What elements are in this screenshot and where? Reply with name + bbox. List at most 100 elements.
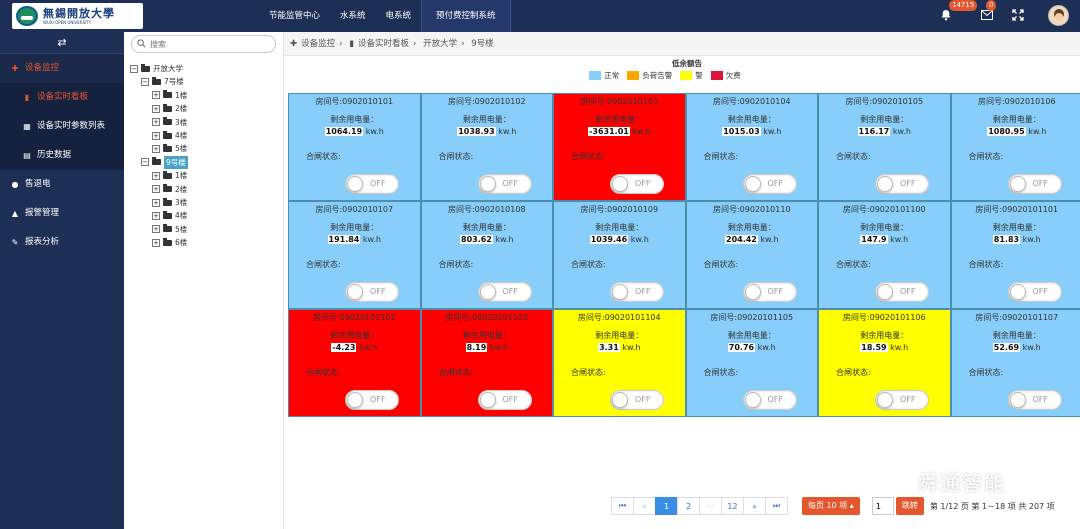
page-size-select[interactable]: 每页 10 项 ▴ [802, 497, 860, 515]
nav-electric[interactable]: 电系统 [376, 0, 422, 32]
breaker-toggle[interactable]: OFF [477, 390, 532, 410]
room-card[interactable]: 房间号:0902010110 剩余用电量： 204.42 kw.h 合闸状态: OFF [685, 201, 818, 309]
room-number: 房间号:09020101101 [975, 205, 1059, 214]
sidebar-item-param-list[interactable]: ▦ 设备实时参数列表 [0, 112, 124, 141]
tree-node-floor[interactable]: +6楼 [130, 236, 188, 249]
logo[interactable]: 無錫開放大學 WUXI OPEN UNIVERSITY [12, 3, 143, 29]
room-card[interactable]: 房间号:0902010103 剩余用电量： -3631.01 kw.h 合闸状态: OF… [553, 93, 686, 201]
tree-node-floor[interactable]: +5楼 [130, 142, 188, 155]
nav-prepaid[interactable]: 预付费控制系统 [421, 0, 511, 32]
room-card[interactable]: 房间号:09020101102 剩余用电量： -4.23 kw.h 合闸状态: OFF [288, 309, 421, 417]
page-2-button[interactable]: 2 [677, 497, 700, 515]
expand-icon[interactable]: + [152, 145, 160, 154]
expand-icon[interactable]: + [152, 91, 160, 100]
sidebar-item-sell-refund[interactable]: ● 售退电 [0, 170, 124, 199]
breaker-toggle[interactable]: OFF [345, 390, 399, 410]
room-card[interactable]: 房间号:0902010108 剩余用电量： 803.62 kw.h 合闸状态: OFF [420, 201, 553, 309]
tree-node-floor[interactable]: +5楼 [130, 223, 188, 236]
breaker-toggle[interactable]: OFF [742, 174, 797, 194]
expand-icon[interactable]: + [152, 238, 160, 247]
breadcrumb-item[interactable]: 设备监控 [301, 39, 335, 49]
breaker-toggle[interactable]: OFF [477, 174, 532, 194]
room-card[interactable]: 房间号:09020101100 剩余用电量： 147.9 kw.h 合闸状态: OFF [818, 201, 951, 309]
expand-icon[interactable]: + [152, 118, 160, 127]
collapse-icon[interactable]: − [130, 64, 138, 73]
tree-node-floor[interactable]: +1楼 [130, 169, 188, 182]
legend-item: 欠费 [710, 70, 741, 81]
breaker-toggle[interactable]: OFF [477, 282, 532, 302]
tree-node-floor[interactable]: +1楼 [130, 89, 188, 102]
prev-page-button[interactable]: « [633, 497, 656, 515]
breaker-toggle[interactable]: OFF [875, 390, 929, 410]
user-avatar[interactable] [1048, 5, 1069, 26]
tree-node-floor[interactable]: +2楼 [130, 183, 188, 196]
room-card[interactable]: 房间号:09020101104 剩余用电量： 3.31 kw.h 合闸状态: OFF [553, 309, 686, 417]
sidebar-item-alarm[interactable]: ▲ 报警管理 [0, 199, 124, 228]
sidebar-item-device-monitor[interactable]: ✚ 设备监控 [0, 54, 124, 83]
jump-page-input[interactable] [871, 497, 894, 515]
room-card[interactable]: 房间号:0902010105 剩余用电量： 116.17 kw.h 合闸状态: OFF [818, 93, 951, 201]
expand-icon[interactable]: + [152, 185, 160, 194]
page-1-button[interactable]: 1 [655, 497, 678, 515]
expand-icon[interactable]: + [152, 198, 160, 207]
expand-icon[interactable]: + [152, 211, 160, 220]
tree-node-floor[interactable]: +4楼 [130, 209, 188, 222]
breaker-toggle[interactable]: OFF [742, 390, 797, 410]
expand-icon[interactable]: + [152, 104, 160, 113]
sidebar-item-report[interactable]: ✎ 报表分析 [0, 228, 124, 257]
nav-energy[interactable]: 节能监管中心 [259, 0, 330, 32]
jump-button[interactable]: 跳转 [895, 497, 924, 515]
mail-icon[interactable] [981, 10, 993, 20]
room-card[interactable]: 房间号:0902010106 剩余用电量： 1080.95 kw.h 合闸状态: OFF [950, 93, 1080, 201]
breaker-toggle[interactable]: OFF [742, 282, 797, 302]
tree-node-building-9[interactable]: − 9号楼 [130, 155, 188, 170]
tree-node-floor[interactable]: +3楼 [130, 116, 188, 129]
breaker-toggle[interactable]: OFF [610, 282, 664, 302]
remaining-number: 1064.19 [324, 127, 364, 136]
breaker-toggle[interactable]: OFF [1007, 174, 1062, 194]
room-card[interactable]: 房间号:09020101107 剩余用电量： 52.69 kw.h 合闸状态: OFF [950, 309, 1080, 417]
expand-icon[interactable]: + [152, 131, 160, 140]
page-12-button[interactable]: 12 [721, 497, 744, 515]
room-card[interactable]: 房间号:0902010101 剩余用电量： 1064.19 kw.h 合闸状态: OFF [288, 93, 421, 201]
unit-label: kw.h [622, 343, 641, 352]
room-card[interactable]: 房间号:09020101106 剩余用电量： 18.59 kw.h 合闸状态: OFF [818, 309, 951, 417]
room-card[interactable]: 房间号:09020101101 剩余用电量： 81.83 kw.h 合闸状态: OFF [950, 201, 1080, 309]
breaker-toggle[interactable]: OFF [610, 390, 664, 410]
last-page-button[interactable]: ⏭ [765, 497, 788, 515]
collapse-icon[interactable]: − [141, 158, 149, 167]
breaker-toggle[interactable]: OFF [1007, 282, 1062, 302]
remaining-number: 803.62 [460, 235, 493, 244]
tree-search-input[interactable] [131, 35, 276, 53]
tree-node-root[interactable]: − 开放大学 [130, 62, 188, 75]
breaker-toggle[interactable]: OFF [875, 282, 929, 302]
sidebar-item-history[interactable]: ▤ 历史数据 [0, 141, 124, 170]
sidebar-item-realtime-board[interactable]: ▮ 设备实时看板 [0, 83, 124, 112]
breadcrumb-item[interactable]: 设备实时看板 [358, 39, 409, 49]
room-card[interactable]: 房间号:0902010104 剩余用电量： 1015.03 kw.h 合闸状态: OFF [685, 93, 818, 201]
nav-water[interactable]: 水系统 [330, 0, 376, 32]
tree-node-building-7[interactable]: − 7号楼 [130, 75, 188, 88]
breadcrumb-item[interactable]: 开放大学 [423, 39, 457, 49]
expand-icon[interactable]: + [152, 171, 160, 180]
breaker-toggle[interactable]: OFF [1007, 390, 1062, 410]
fullscreen-icon[interactable] [1012, 9, 1024, 21]
room-card[interactable]: 房间号:09020101103 剩余用电量： 8.19 kw.h 合闸状态: OFF [420, 309, 553, 417]
tree-node-floor[interactable]: +4楼 [130, 129, 188, 142]
breaker-toggle[interactable]: OFF [345, 174, 399, 194]
breaker-toggle[interactable]: OFF [875, 174, 929, 194]
breaker-toggle[interactable]: OFF [345, 282, 399, 302]
room-card[interactable]: 房间号:0902010109 剩余用电量： 1039.46 kw.h 合闸状态: OFF [553, 201, 686, 309]
bell-icon[interactable] [940, 9, 952, 21]
collapse-icon[interactable]: − [141, 78, 149, 87]
room-card[interactable]: 房间号:0902010102 剩余用电量： 1038.93 kw.h 合闸状态: OFF [420, 93, 553, 201]
sidebar-toggle[interactable]: ⇄ [0, 32, 124, 54]
expand-icon[interactable]: + [152, 225, 160, 234]
tree-node-floor[interactable]: +3楼 [130, 196, 188, 209]
next-page-button[interactable]: » [743, 497, 766, 515]
room-card[interactable]: 房间号:0902010107 剩余用电量： 191.84 kw.h 合闸状态: OFF [288, 201, 421, 309]
room-card[interactable]: 房间号:09020101105 剩余用电量： 70.76 kw.h 合闸状态: OFF [685, 309, 818, 417]
tree-node-floor[interactable]: +2楼 [130, 102, 188, 115]
breaker-toggle[interactable]: OFF [610, 174, 664, 194]
first-page-button[interactable]: ⏮ [611, 497, 634, 515]
